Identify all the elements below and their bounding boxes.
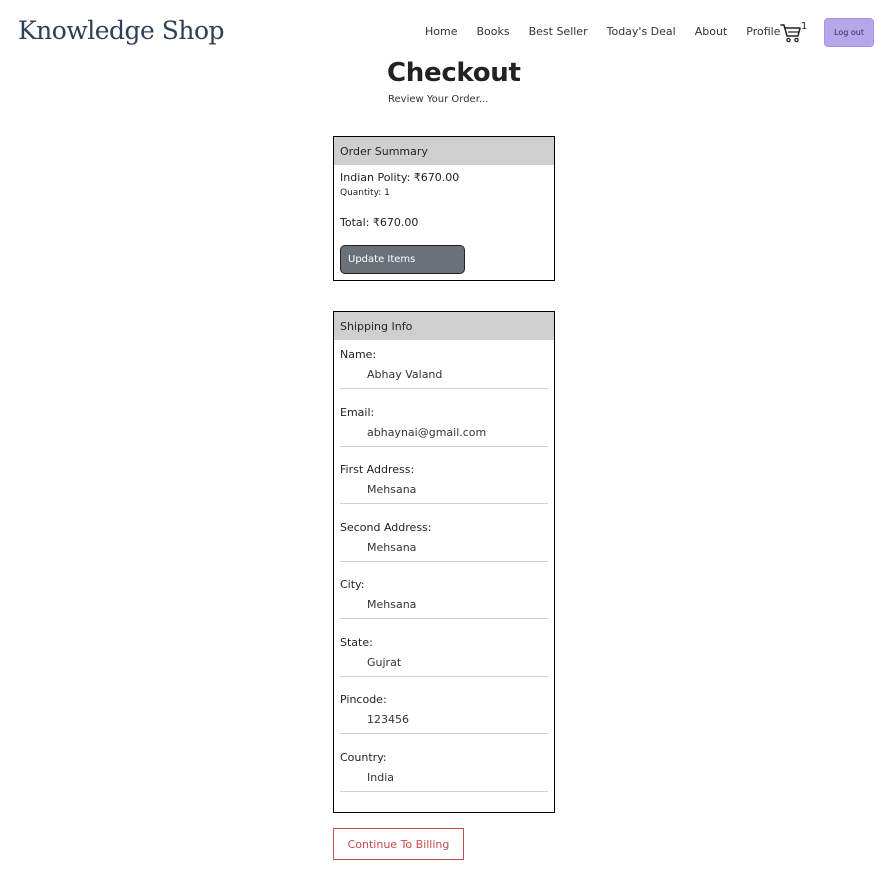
nav-books[interactable]: Books bbox=[476, 25, 509, 38]
shipping-info-heading: Shipping Info bbox=[334, 312, 554, 340]
field-label: Pincode: bbox=[340, 693, 387, 706]
continue-to-billing-button[interactable]: Continue To Billing bbox=[333, 828, 464, 860]
page-title: Checkout bbox=[387, 58, 521, 88]
field-value: Mehsana bbox=[367, 483, 417, 496]
nav-profile[interactable]: Profile bbox=[746, 25, 780, 38]
cart-count-badge: 1 bbox=[801, 21, 808, 32]
shipping-field-first-address: First Address: Mehsana bbox=[340, 455, 548, 513]
shipping-field-pincode: Pincode: 123456 bbox=[340, 685, 548, 743]
site-logo[interactable]: Knowledge Shop bbox=[18, 16, 225, 45]
divider bbox=[340, 388, 548, 389]
order-item: Indian Polity: ₹670.00 bbox=[340, 171, 460, 184]
order-total: Total: ₹670.00 bbox=[340, 216, 419, 229]
field-label: First Address: bbox=[340, 463, 415, 476]
nav-todays-deal[interactable]: Today's Deal bbox=[607, 25, 676, 38]
order-item-quantity: Quantity: 1 bbox=[340, 188, 390, 198]
shipping-info-card: Shipping Info Name: Abhay Valand Email: … bbox=[333, 311, 555, 813]
cart-icon[interactable] bbox=[780, 22, 802, 44]
nav-about[interactable]: About bbox=[695, 25, 728, 38]
field-value: Mehsana bbox=[367, 598, 417, 611]
shipping-field-email: Email: abhaynai@gmail.com bbox=[340, 398, 548, 456]
nav-best-seller[interactable]: Best Seller bbox=[529, 25, 588, 38]
update-items-button[interactable]: Update Items bbox=[340, 245, 465, 274]
nav-home[interactable]: Home bbox=[425, 25, 457, 38]
divider bbox=[340, 560, 548, 562]
field-label: City: bbox=[340, 578, 365, 591]
divider bbox=[340, 675, 548, 677]
field-value: Mehsana bbox=[367, 540, 417, 554]
shipping-field-second-address: Second Address: Mehsana bbox=[340, 513, 548, 571]
field-label: Name: bbox=[340, 348, 377, 361]
logout-button[interactable]: Log out bbox=[824, 18, 874, 47]
divider bbox=[340, 618, 548, 619]
shipping-field-city: City: Mehsana bbox=[340, 570, 548, 628]
field-value: abhaynai@gmail.com bbox=[367, 425, 487, 439]
divider bbox=[340, 445, 548, 447]
divider bbox=[340, 790, 548, 792]
order-summary-heading: Order Summary bbox=[334, 137, 554, 165]
shipping-field-country: Country: India bbox=[340, 743, 548, 801]
page-subtitle: Review Your Order... bbox=[388, 94, 489, 105]
field-label: State: bbox=[340, 635, 373, 649]
field-label: Second Address: bbox=[340, 520, 432, 534]
field-label: Country: bbox=[340, 750, 387, 764]
field-value: Abhay Valand bbox=[367, 368, 443, 381]
divider bbox=[340, 503, 548, 504]
field-label: Email: bbox=[340, 405, 375, 419]
field-value: Gujrat bbox=[367, 655, 402, 669]
shipping-field-state: State: Gujrat bbox=[340, 628, 548, 686]
field-value: India bbox=[367, 770, 394, 784]
order-summary-card: Order Summary Indian Polity: ₹670.00 Qua… bbox=[333, 136, 555, 281]
main-nav: Home Books Best Seller Today's Deal Abou… bbox=[425, 25, 799, 38]
shipping-field-name: Name: Abhay Valand bbox=[340, 340, 548, 398]
field-value: 123456 bbox=[367, 713, 409, 726]
divider bbox=[340, 733, 548, 734]
